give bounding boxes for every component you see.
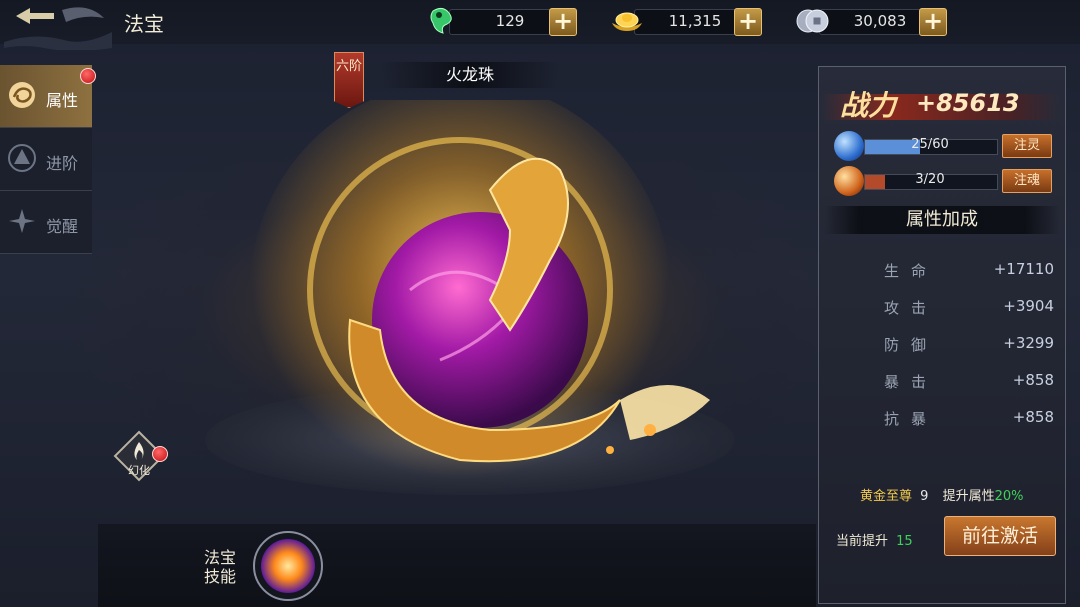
silver-coin-icon — [796, 9, 829, 33]
treasure-name: 火龙珠 — [380, 62, 560, 88]
boost-value: 20% — [994, 489, 1024, 504]
attribute-row: 防御 +3299 — [884, 334, 1054, 354]
fire-dragon-orb-image — [205, 100, 735, 500]
attribute-name: 抗暴 — [884, 410, 939, 428]
attribute-row: 攻击 +3904 — [884, 297, 1054, 317]
back-arrow-icon — [16, 8, 54, 24]
tab-attributes[interactable]: 属性 — [0, 65, 96, 128]
attribute-value: +17110 — [993, 260, 1054, 278]
add-jade-button[interactable]: + — [549, 8, 577, 36]
title-level: 9 — [920, 489, 929, 504]
spirit-bar-row: 25/60 注灵 — [834, 131, 1056, 161]
attribute-value: +3904 — [1003, 297, 1054, 315]
tab-advance[interactable]: 进阶 — [0, 128, 92, 191]
side-tabs: 属性 进阶 觉醒 — [0, 65, 96, 254]
inject-soul-button[interactable]: 注魂 — [1002, 169, 1052, 193]
tab-label: 进阶 — [46, 154, 79, 173]
attribute-row: 生命 +17110 — [884, 260, 1054, 280]
attribute-row: 抗暴 +858 — [884, 408, 1054, 428]
current-boost: 当前提升 15 — [836, 530, 913, 549]
attribute-value: +3299 — [1003, 334, 1054, 352]
boost-label: 提升属性 — [942, 489, 995, 504]
soul-bar-row: 3/20 注魂 — [834, 166, 1056, 196]
attribute-value: +858 — [1012, 408, 1054, 426]
section-title: 属性加成 — [824, 206, 1060, 234]
red-orb-icon — [834, 166, 864, 196]
awaken-icon — [9, 209, 35, 233]
attribute-name: 生命 — [884, 262, 939, 280]
attribute-name: 攻击 — [884, 299, 939, 317]
title-requirement: 黄金至尊 9 提升属性20% — [860, 485, 1024, 504]
fire-skill-icon[interactable] — [252, 530, 324, 602]
notification-dot — [80, 68, 96, 84]
attribute-icon — [9, 82, 35, 108]
attribute-value: +858 — [1012, 371, 1054, 389]
notification-dot — [152, 446, 168, 462]
inject-spirit-button[interactable]: 注灵 — [1002, 134, 1052, 158]
tab-awaken[interactable]: 觉醒 — [0, 191, 92, 254]
attribute-name: 暴击 — [884, 373, 939, 391]
soul-progress-text: 3/20 — [915, 172, 945, 187]
spirit-progress-text: 25/60 — [911, 137, 949, 152]
skill-label: 法宝技能 — [203, 548, 236, 586]
go-activate-button[interactable]: 前往激活 — [944, 516, 1056, 556]
add-silver-button[interactable]: + — [919, 8, 947, 36]
power-value: +85613 — [916, 89, 1020, 117]
attribute-row: 暴击 +858 — [884, 371, 1054, 391]
skin-label: 幻化 — [128, 463, 150, 477]
tab-label: 觉醒 — [46, 217, 79, 236]
page-title: 法宝 — [124, 12, 164, 36]
blue-orb-icon — [834, 131, 864, 161]
back-button[interactable] — [4, 2, 114, 50]
current-boost-value: 15 — [896, 534, 913, 549]
power-label: 战力 — [840, 89, 897, 122]
combat-power: 战力 +85613 — [822, 84, 1060, 122]
add-gold-button[interactable]: + — [734, 8, 762, 36]
gold-ingot-icon — [612, 12, 642, 31]
attribute-name: 防御 — [884, 336, 939, 354]
advance-icon — [8, 144, 36, 172]
jade-icon — [430, 7, 452, 34]
current-boost-label: 当前提升 — [836, 534, 889, 549]
title-name: 黄金至尊 — [860, 489, 913, 504]
tab-label: 属性 — [46, 91, 79, 110]
